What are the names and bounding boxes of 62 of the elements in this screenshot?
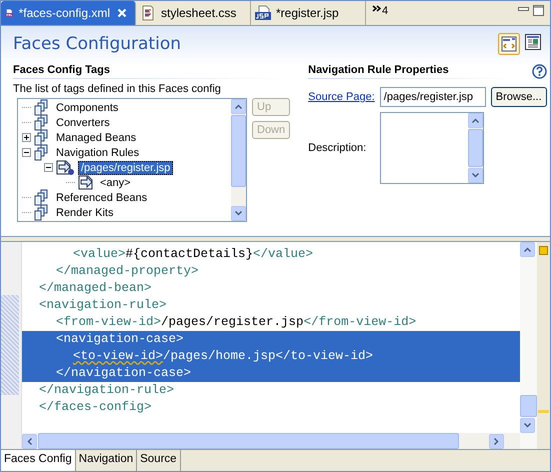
description-label: Description: [308,142,366,154]
code-line: </navigation-rule> [38,382,176,399]
code-line: </faces-config> [38,399,153,416]
page-title: Faces Configuration [13,34,181,54]
chevron-down-icon [235,211,242,216]
tree-item[interactable]: Managed Beans [54,132,138,144]
scroll-up-button[interactable] [520,242,535,257]
description-field[interactable] [380,112,484,184]
scrollbar-thumb[interactable] [231,115,246,187]
code-line: <value>#{contactDetails}</value> [72,246,314,263]
chevron-up-icon [524,247,531,252]
page-tab[interactable]: Navigation [76,450,138,471]
chevron-down-icon [524,423,531,428]
overflow-tabs-button[interactable]: 4 [366,1,394,25]
section-description: The list of tags defined in this Faces config [13,83,222,95]
chevron-right-icon [494,438,499,444]
collapse-toggle[interactable] [22,148,31,157]
chevron-up-icon[interactable] [472,118,480,123]
chevron-left-icon [27,438,32,444]
expand-toggle[interactable] [22,133,31,142]
tree-item[interactable]: Components [54,102,120,114]
page-arrow-icon [78,174,95,191]
close-icon[interactable] [117,8,127,18]
editor-tab[interactable]: *faces-config.xml [1,1,136,25]
scroll-up-button[interactable] [231,99,246,114]
tree-item[interactable]: Navigation Rules [54,146,142,158]
source-page-field[interactable]: /pages/register.jsp [380,87,486,107]
code-line: </managed-bean> [38,280,153,297]
scroll-left-button[interactable] [22,434,37,448]
section-title: Navigation Rule Properties [308,64,514,79]
source-view-icon[interactable] [498,33,520,55]
tree-item[interactable]: /pages/register.jsp [78,160,174,174]
code-line: <from-view-id>/pages/register.jsp</from-view-id> [55,314,418,331]
scroll-right-button[interactable] [489,434,504,448]
code-line: </managed-property> [55,263,200,280]
browse-button[interactable]: Browse... [490,87,547,107]
page-arrow-icon [56,159,75,176]
code-line: <navigation-rule> [38,297,168,314]
collapse-toggle[interactable] [44,163,53,172]
section-title: Faces Config Tags [13,64,290,79]
chevron-up-icon [235,104,242,109]
jsp-file-icon [255,5,271,21]
overview-marker[interactable] [538,410,549,413]
document-icon [140,5,156,21]
tree-item[interactable]: Referenced Beans [54,192,150,204]
warning-marker-icon[interactable] [539,246,548,255]
chevron-down-icon[interactable] [472,173,480,178]
source-page-link[interactable]: Source Page: [308,91,375,103]
tree-item[interactable]: Render Kits [54,206,116,218]
help-icon[interactable] [532,64,547,79]
maximize-icon[interactable] [533,5,544,16]
page-tab[interactable]: Faces Config [1,450,76,471]
scrollbar-thumb[interactable] [468,129,484,167]
scrollbar-thumb[interactable] [38,433,459,449]
page-tab[interactable]: Source [137,450,181,471]
chevron-icon [372,5,381,12]
scroll-down-button[interactable] [231,206,246,221]
scroll-down-button[interactable] [520,418,535,433]
tree-item[interactable]: Converters [54,116,112,128]
form-view-icon[interactable] [524,33,542,51]
tree-item[interactable]: <any> [98,176,133,188]
scrollbar-thumb[interactable] [520,395,537,417]
